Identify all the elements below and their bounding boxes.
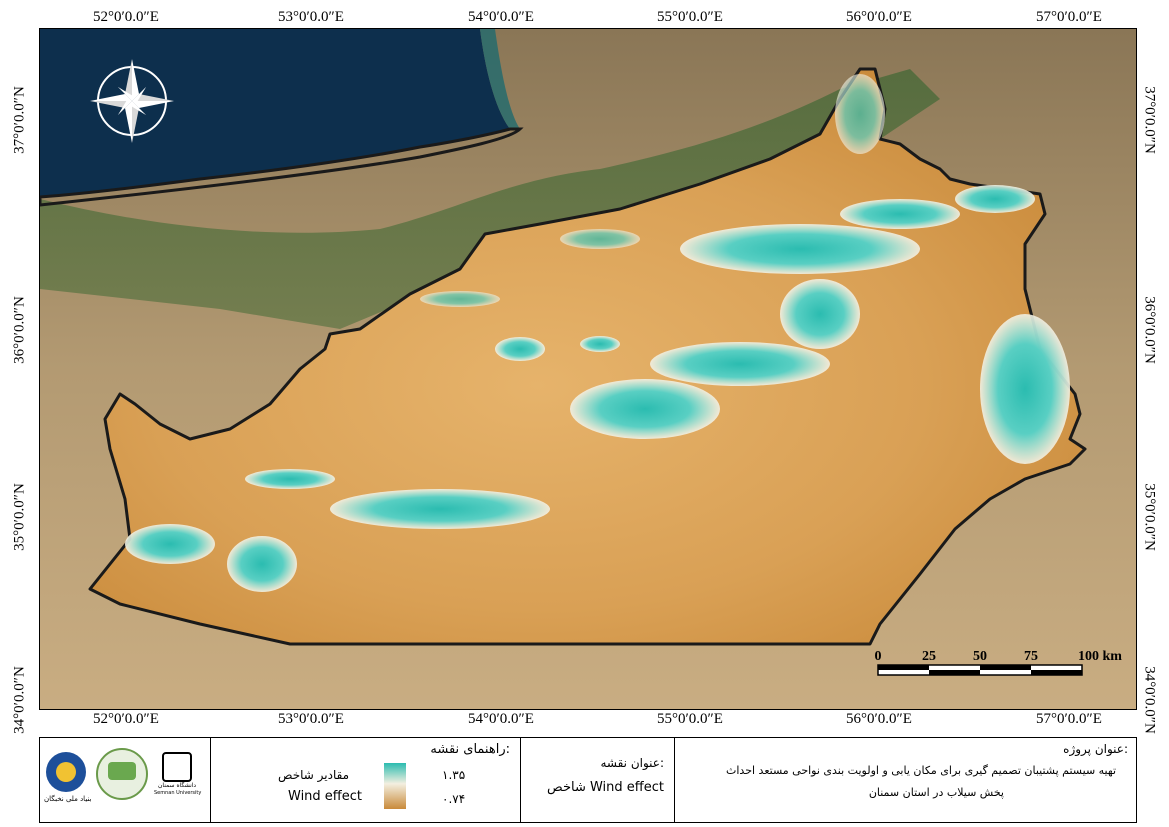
lon-label-top-57: 57°0′0.0″E (1036, 9, 1102, 25)
map-legend-cell: راهنمای نقشه: مقادیر شاخص Wind effect ۱.… (210, 738, 521, 822)
map-title-cell: عنوان نقشه: شاخص Wind effect (520, 738, 675, 822)
logos-cell: بنیاد ملی نخبگان دانشگاه سمنان Semnan Un… (40, 738, 211, 822)
project-title-line2: پخش سیلاب در استان سمنان (868, 786, 1004, 799)
lat-label-left-36: 36°0′0.0″N (11, 296, 28, 364)
legend-index-name: Wind effect (288, 789, 363, 804)
lat-label-right-35: 35°0′0.0″N (1141, 483, 1158, 551)
legend-color-ramp (384, 763, 406, 809)
legend-max-value: ۱.۳۵ (442, 768, 466, 782)
semnan-university-logo (162, 752, 192, 782)
lat-label-left-35: 35°0′0.0″N (11, 483, 28, 551)
lat-label-left-37: 37°0′0.0″N (11, 86, 28, 154)
university-seal-logo (96, 748, 148, 800)
scale-tick-0: 0 (875, 649, 882, 664)
lon-label-top-55: 55°0′0.0″E (657, 9, 723, 25)
scale-tick-75: 75 (1024, 649, 1038, 664)
project-title-heading: عنوان پروژه: (1063, 742, 1128, 756)
scale-tick-25: 25 (922, 649, 936, 664)
legend-panel: بنیاد ملی نخبگان دانشگاه سمنان Semnan Un… (39, 737, 1137, 823)
lat-label-right-37: 37°0′0.0″N (1141, 86, 1158, 154)
elite-foundation-logo-text: بنیاد ملی نخبگان (44, 795, 92, 803)
scale-tick-100: 100 km (1078, 649, 1122, 664)
project-title-line1: تهیه سیستم پشتیبان تصمیم گیری برای مکان … (726, 764, 1116, 777)
semnan-university-logo-text-fa: دانشگاه سمنان (158, 782, 197, 789)
lon-label-bottom-56: 56°0′0.0″E (846, 711, 912, 727)
legend-title: راهنمای نقشه: (430, 742, 510, 757)
lon-label-bottom-52: 52°0′0.0″E (93, 711, 159, 727)
lon-label-bottom-53: 53°0′0.0″E (278, 711, 344, 727)
project-title-cell: عنوان پروژه: تهیه سیستم پشتیبان تصمیم گی… (674, 738, 1136, 822)
lon-label-top-56: 56°0′0.0″E (846, 9, 912, 25)
legend-min-value: ۰.۷۴ (442, 792, 466, 806)
elite-foundation-logo (46, 752, 86, 792)
scale-tick-50: 50 (973, 649, 987, 664)
lon-label-bottom-54: 54°0′0.0″E (468, 711, 534, 727)
lat-label-left-34: 34°0′0.0″N (11, 666, 28, 734)
lon-label-top-53: 53°0′0.0″E (278, 9, 344, 25)
map-title-heading: عنوان نقشه: (600, 756, 664, 770)
map-frame[interactable]: 0 25 50 75 100 km (39, 28, 1137, 710)
map-canvas[interactable]: 0 25 50 75 100 km (40, 29, 1136, 709)
lon-label-bottom-57: 57°0′0.0″E (1036, 711, 1102, 727)
map-title-value: شاخص Wind effect (547, 780, 664, 795)
lat-label-right-34: 34°0′0.0″N (1141, 666, 1158, 734)
lon-label-bottom-55: 55°0′0.0″E (657, 711, 723, 727)
lon-label-top-54: 54°0′0.0″E (468, 9, 534, 25)
lon-label-top-52: 52°0′0.0″E (93, 9, 159, 25)
legend-index-values-label: مقادیر شاخص (278, 768, 350, 782)
lat-label-right-36: 36°0′0.0″N (1141, 296, 1158, 364)
semnan-university-logo-text-en: Semnan University (154, 790, 202, 796)
